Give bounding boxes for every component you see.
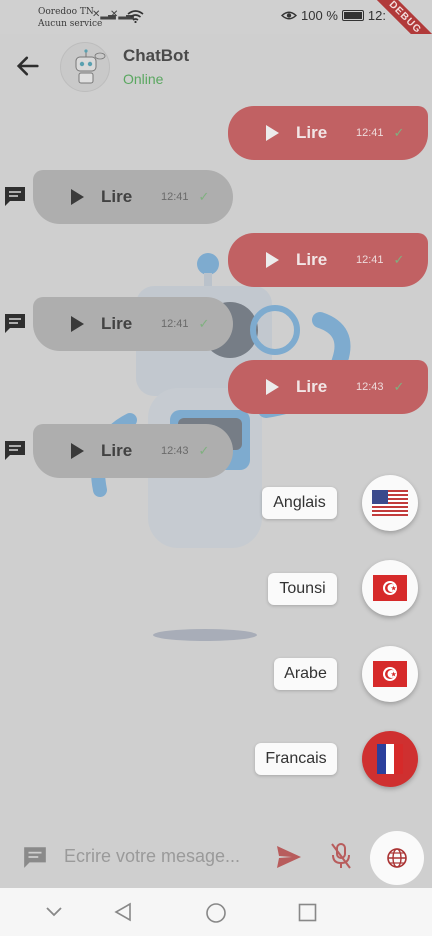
language-button-tounsi[interactable]: ★ — [362, 560, 418, 616]
message-time: 12:41 — [161, 318, 189, 330]
send-icon[interactable] — [276, 845, 302, 869]
chat-header: ChatBot Online — [0, 34, 432, 104]
play-icon[interactable] — [71, 316, 84, 332]
chat-bubble-icon — [5, 441, 25, 460]
check-icon: ✓ — [198, 443, 210, 458]
message-input[interactable]: Ecrire votre mesage... — [64, 846, 240, 867]
language-button-arabe[interactable]: ★ — [362, 646, 418, 702]
language-toggle-button[interactable] — [370, 831, 424, 885]
message-time: 12:41 — [356, 254, 384, 266]
chat-bubble-icon — [5, 187, 25, 206]
check-icon: ✓ — [393, 125, 405, 140]
status-bar: Ooredoo TN Aucun service ✕▂▃ ✕▂▃ 100 % 1… — [0, 0, 432, 62]
chat-bubble-icon — [24, 847, 46, 868]
check-icon: ✓ — [198, 316, 210, 331]
play-icon[interactable] — [71, 189, 84, 205]
language-button-anglais[interactable] — [362, 475, 418, 531]
language-label-tounsi[interactable]: Tounsi — [268, 573, 337, 605]
check-icon: ✓ — [393, 379, 405, 394]
message-bubble-sent[interactable]: Lire 12:41 ✓ — [228, 233, 428, 287]
play-icon[interactable] — [266, 252, 279, 268]
bot-avatar[interactable] — [60, 42, 110, 92]
recents-square-icon[interactable] — [298, 903, 317, 922]
message-time: 12:41 — [356, 127, 384, 139]
home-circle-icon[interactable] — [205, 902, 227, 924]
message-label: Lire — [296, 377, 328, 396]
language-label-anglais[interactable]: Anglais — [262, 487, 337, 519]
message-label: Lire — [296, 123, 328, 142]
check-icon: ✓ — [393, 252, 405, 267]
message-time: 12:41 — [161, 191, 189, 203]
language-button-francais[interactable] — [362, 731, 418, 787]
back-arrow-icon[interactable] — [14, 52, 42, 80]
play-icon[interactable] — [266, 125, 279, 141]
back-triangle-icon[interactable] — [114, 902, 132, 922]
svg-text:★: ★ — [391, 585, 397, 593]
message-time: 12:43 — [356, 381, 384, 393]
svg-text:★: ★ — [391, 671, 397, 679]
play-icon[interactable] — [71, 443, 84, 459]
message-label: Lire — [296, 250, 328, 269]
language-label-francais[interactable]: Francais — [255, 743, 337, 775]
clock: 12: — [367, 8, 386, 23]
message-label: Lire — [101, 441, 133, 460]
online-status: Online — [123, 71, 164, 87]
message-input-bar: Ecrire votre mesage... — [0, 826, 432, 888]
message-bubble-received[interactable]: Lire 12:41 ✓ — [33, 297, 233, 351]
mic-off-icon[interactable] — [330, 842, 352, 870]
status-right: 100 % 12: — [281, 8, 386, 23]
message-bubble-received[interactable]: Lire 12:43 ✓ — [33, 424, 233, 478]
message-label: Lire — [101, 187, 133, 206]
message-label: Lire — [101, 314, 133, 333]
eye-icon — [281, 11, 298, 20]
globe-icon — [387, 848, 407, 868]
message-bubble-sent[interactable]: Lire 12:43 ✓ — [228, 360, 428, 414]
battery-percent: 100 % — [301, 8, 338, 23]
message-time: 12:43 — [161, 445, 189, 457]
chevron-down-icon[interactable] — [46, 906, 62, 918]
chat-title: ChatBot — [123, 46, 190, 65]
usa-flag-icon — [372, 490, 408, 516]
wifi-icon — [127, 10, 144, 23]
play-icon[interactable] — [266, 379, 279, 395]
robot-avatar-icon — [75, 49, 106, 84]
system-navigation-bar — [0, 888, 432, 936]
check-icon: ✓ — [198, 189, 210, 204]
message-bubble-sent[interactable]: Lire 12:41 ✓ — [228, 106, 428, 160]
tunisia-flag-icon: ★ — [373, 661, 407, 687]
language-label-arabe[interactable]: Arabe — [274, 658, 337, 690]
battery-icon — [341, 10, 364, 21]
chat-bubble-icon — [5, 314, 25, 333]
message-bubble-received[interactable]: Lire 12:41 ✓ — [33, 170, 233, 224]
france-flag-icon — [377, 744, 403, 774]
tunisia-flag-icon: ★ — [373, 575, 407, 601]
